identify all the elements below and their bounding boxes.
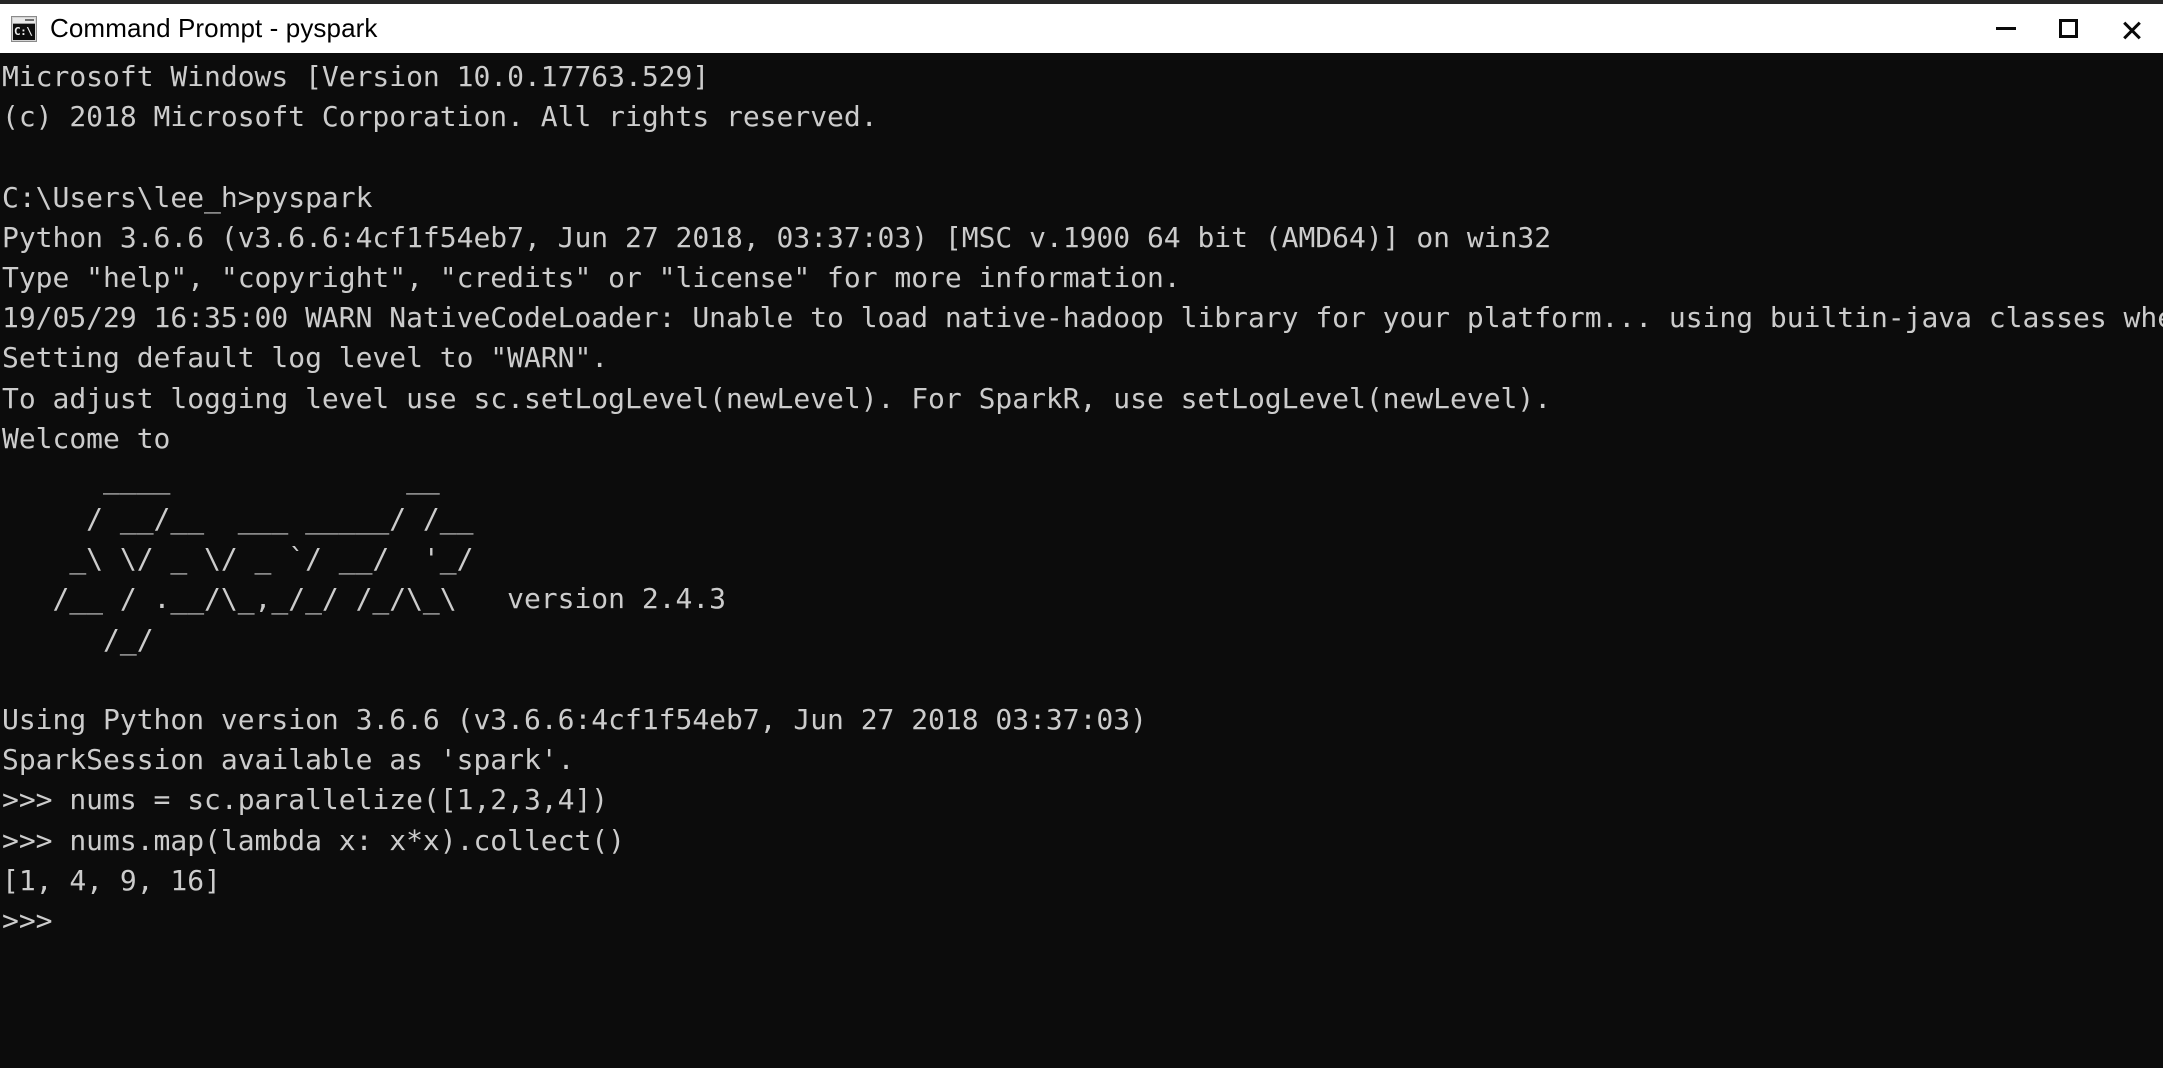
minimize-button[interactable] — [1974, 4, 2037, 53]
terminal-line: / __/__ ___ _____/ /__ — [2, 502, 474, 536]
terminal-line: (c) 2018 Microsoft Corporation. All righ… — [2, 100, 878, 134]
terminal-line: /__ / .__/\_,_/_/ /_/\_\ version 2.4.3 — [2, 582, 727, 616]
cmd-icon-label: C:\ — [13, 23, 35, 40]
terminal-line: To adjust logging level use sc.setLogLev… — [2, 381, 1552, 415]
terminal-line: >>> nums = sc.parallelize([1,2,3,4]) — [2, 783, 609, 817]
command-prompt-window: C:\ Command Prompt - pyspark Microsoft W… — [0, 0, 2163, 1068]
terminal-line: Welcome to — [2, 421, 171, 455]
terminal-line: [1, 4, 9, 16] — [2, 863, 221, 897]
terminal-line: 19/05/29 16:35:00 WARN NativeCodeLoader:… — [2, 301, 2163, 335]
terminal-line: C:\Users\lee_h>pyspark — [2, 180, 373, 214]
terminal-line: /_/ — [2, 622, 154, 656]
terminal-line: Using Python version 3.6.6 (v3.6.6:4cf1f… — [2, 703, 1147, 736]
titlebar-left-group: C:\ Command Prompt - pyspark — [0, 13, 378, 44]
close-icon — [2121, 18, 2143, 40]
terminal-line: Setting default log level to "WARN". — [2, 341, 609, 375]
window-title: Command Prompt - pyspark — [50, 13, 378, 43]
window-titlebar[interactable]: C:\ Command Prompt - pyspark — [0, 4, 2163, 53]
window-controls — [1974, 4, 2163, 53]
terminal-line: ____ __ — [2, 461, 440, 495]
terminal-line: _\ \/ _ \/ _ `/ __/ '_/ — [2, 542, 474, 576]
terminal-line: >>> — [2, 903, 70, 937]
cmd-prompt-icon[interactable]: C:\ — [11, 15, 37, 42]
terminal-output[interactable]: Microsoft Windows [Version 10.0.17763.52… — [0, 53, 2163, 1068]
terminal-line: Microsoft Windows [Version 10.0.17763.52… — [2, 60, 710, 93]
terminal-line: Python 3.6.6 (v3.6.6:4cf1f54eb7, Jun 27 … — [2, 220, 1552, 254]
minimize-icon — [1995, 27, 2016, 30]
maximize-icon — [2059, 19, 2078, 38]
terminal-line: >>> nums.map(lambda x: x*x).collect() — [2, 823, 625, 857]
terminal-line: Type "help", "copyright", "credits" or "… — [2, 260, 1181, 294]
close-button[interactable] — [2100, 4, 2163, 53]
maximize-button[interactable] — [2037, 4, 2100, 53]
terminal-line: SparkSession available as 'spark'. — [2, 743, 575, 777]
